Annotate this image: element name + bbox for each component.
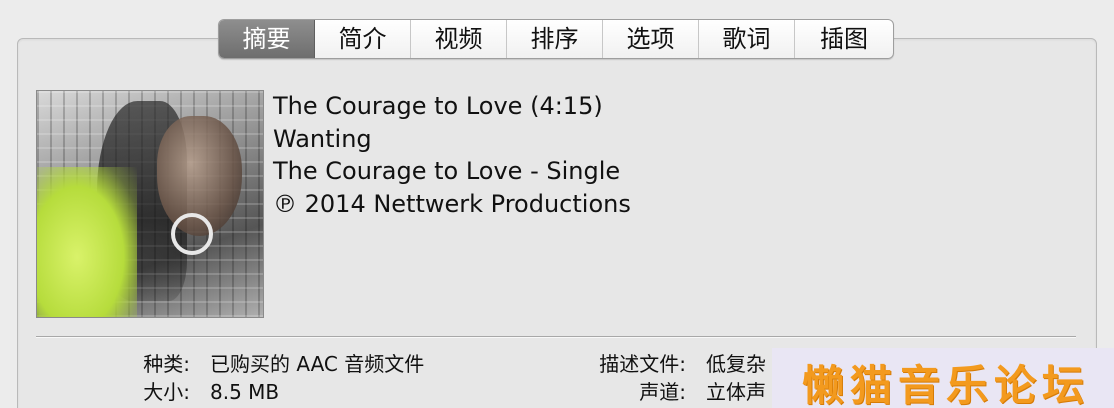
tab-summary[interactable]: 摘要 — [219, 20, 315, 58]
info-row-kind: 种类: 已购买的 AAC 音频文件 — [95, 350, 424, 378]
tab-artwork[interactable]: 插图 — [795, 20, 893, 58]
section-divider — [36, 336, 1076, 338]
info-row-size: 大小: 8.5 MB — [95, 378, 424, 406]
size-value: 8.5 MB — [210, 380, 280, 404]
file-info-left: 种类: 已购买的 AAC 音频文件 大小: 8.5 MB — [95, 350, 424, 406]
forum-watermark: 懒猫音乐论坛 — [772, 348, 1114, 408]
info-row-channels: 声道: 立体声 — [546, 378, 766, 406]
tab-info[interactable]: 简介 — [315, 20, 411, 58]
profile-label: 描述文件: — [599, 352, 686, 376]
artwork-earring-shape — [171, 213, 213, 255]
track-copyright: ℗ 2014 Nettwerk Productions — [273, 189, 631, 218]
channels-label: 声道: — [639, 380, 686, 404]
channels-value: 立体声 — [706, 380, 766, 404]
watermark-text: 懒猫音乐论坛 — [802, 361, 1091, 408]
info-row-profile: 描述文件: 低复杂 — [546, 350, 766, 378]
artwork-jacket-shape — [37, 167, 137, 317]
tab-lyrics[interactable]: 歌词 — [699, 20, 795, 58]
itunes-info-window: 摘要 简介 视频 排序 选项 歌词 插图 The Courage to Love… — [0, 0, 1114, 408]
size-label: 大小: — [143, 380, 190, 404]
kind-value: 已购买的 AAC 音频文件 — [210, 352, 425, 376]
file-info-right: 描述文件: 低复杂 声道: 立体声 — [546, 350, 766, 406]
profile-value: 低复杂 — [706, 352, 766, 376]
tab-bar: 摘要 简介 视频 排序 选项 歌词 插图 — [218, 19, 894, 59]
track-title: The Courage to Love (4:15) — [273, 92, 603, 120]
tab-options[interactable]: 选项 — [603, 20, 699, 58]
track-album: The Courage to Love - Single — [273, 157, 621, 185]
tab-sorting[interactable]: 排序 — [507, 20, 603, 58]
kind-label: 种类: — [143, 352, 190, 376]
album-artwork — [36, 90, 264, 318]
tab-video[interactable]: 视频 — [411, 20, 507, 58]
track-metadata: The Courage to Love (4:15) Wanting The C… — [273, 90, 631, 220]
track-artist: Wanting — [273, 124, 372, 153]
